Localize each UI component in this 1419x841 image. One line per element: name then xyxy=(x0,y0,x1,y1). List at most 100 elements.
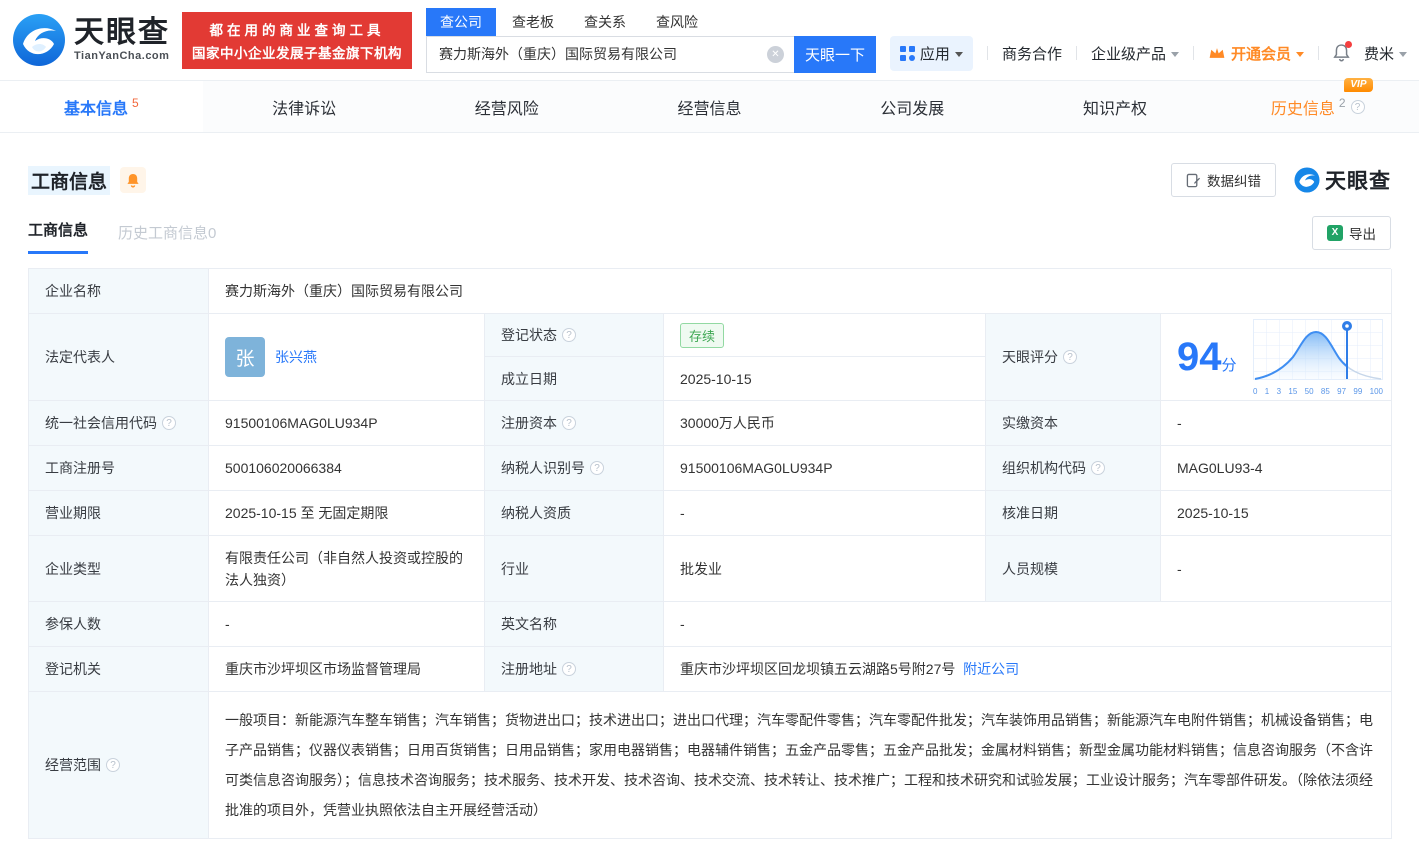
tianyancha-logo[interactable]: 天眼查 TianYanCha.com xyxy=(12,13,170,67)
export-label: 导出 xyxy=(1349,223,1376,243)
divider xyxy=(1318,46,1319,60)
score-number: 94分 xyxy=(1177,337,1237,377)
subtab-history-business-info[interactable]: 历史工商信息0 xyxy=(118,222,216,254)
promo-line-1: 都在用的商业查询工具 xyxy=(192,19,402,39)
business-info-table: 企业名称 赛力斯海外（重庆）国际贸易有限公司 法定代表人 张 张兴燕 登记状态 … xyxy=(28,268,1391,839)
reg-status-value: 存续 xyxy=(664,314,986,357)
establish-date-label: 成立日期 xyxy=(485,357,664,401)
excel-icon xyxy=(1327,225,1343,241)
score-chart: 0131550859799100 xyxy=(1253,319,1383,396)
search-tab-risk[interactable]: 查风险 xyxy=(642,8,712,36)
industry-value: 批发业 xyxy=(664,536,986,602)
search-tabs: 查公司 查老板 查关系 查风险 xyxy=(426,8,876,36)
main-content: 工商信息 数据纠错 天眼查 xyxy=(0,163,1419,839)
staff-size-value: - xyxy=(1161,536,1392,602)
search-button[interactable]: 天眼一下 xyxy=(794,36,876,73)
edit-document-icon xyxy=(1186,173,1201,188)
insured-count-value: - xyxy=(209,602,485,647)
reg-address-value: 重庆市沙坪坝区回龙坝镇五云湖路5号附27号 附近公司 xyxy=(664,647,1392,692)
tab-history-info[interactable]: VIP 历史信息 2 xyxy=(1216,81,1419,132)
business-term-label: 营业期限 xyxy=(29,491,209,536)
menu-enterprise-products[interactable]: 企业级产品 xyxy=(1091,43,1179,64)
tab-operation-risk[interactable]: 经营风险 xyxy=(405,81,608,132)
business-info-subtabs: 工商信息 历史工商信息0 导出 xyxy=(28,219,1391,254)
tab-label: 经营信息 xyxy=(678,95,742,119)
tab-operation-info[interactable]: 经营信息 xyxy=(608,81,811,132)
chevron-down-icon xyxy=(1296,52,1304,57)
avatar[interactable]: 张 xyxy=(225,337,265,377)
taxpayer-quality-label: 纳税人资质 xyxy=(485,491,664,536)
insured-count-label: 参保人数 xyxy=(29,602,209,647)
legal-rep-link[interactable]: 张兴燕 xyxy=(275,347,317,367)
reg-authority-label: 登记机关 xyxy=(29,647,209,692)
legal-rep-value: 张 张兴燕 xyxy=(209,314,485,401)
promo-banner: 都在用的商业查询工具 国家中小企业发展子基金旗下机构 xyxy=(182,12,412,69)
chevron-down-icon xyxy=(955,52,963,57)
tab-label: 公司发展 xyxy=(880,95,944,119)
reg-capital-label: 注册资本 xyxy=(485,401,664,446)
data-correction-button[interactable]: 数据纠错 xyxy=(1171,163,1276,197)
tab-basic-info[interactable]: 基本信息 5 xyxy=(0,81,203,132)
approval-date-label: 核准日期 xyxy=(986,491,1161,536)
reg-capital-value: 30000万人民币 xyxy=(664,401,986,446)
subtab-business-info[interactable]: 工商信息 xyxy=(28,219,88,254)
top-header: 天眼查 TianYanCha.com 都在用的商业查询工具 国家中小企业发展子基… xyxy=(0,0,1419,80)
divider xyxy=(987,46,988,60)
tab-label: 经营风险 xyxy=(475,95,539,119)
notification-bell-icon[interactable] xyxy=(1333,44,1350,62)
help-icon xyxy=(562,662,576,676)
app-grid-icon xyxy=(900,46,915,61)
business-term-value: 2025-10-15 至 无固定期限 xyxy=(209,491,485,536)
credit-code-label: 统一社会信用代码 xyxy=(29,401,209,446)
reg-authority-value: 重庆市沙坪坝区市场监督管理局 xyxy=(209,647,485,692)
search-tab-company[interactable]: 查公司 xyxy=(426,8,496,36)
divider xyxy=(1193,46,1194,60)
data-correction-label: 数据纠错 xyxy=(1207,170,1261,190)
tab-company-development[interactable]: 公司发展 xyxy=(811,81,1014,132)
alert-bell-icon[interactable] xyxy=(120,167,146,193)
status-badge: 存续 xyxy=(680,323,724,348)
tab-count: 2 xyxy=(1339,96,1346,110)
business-scope-value: 一般项目：新能源汽车整车销售；汽车销售；货物进出口；技术进出口；进出口代理；汽车… xyxy=(209,692,1392,839)
search-tab-relation[interactable]: 查关系 xyxy=(570,8,640,36)
help-icon xyxy=(106,758,120,772)
reg-number-value: 500106020066384 xyxy=(209,446,485,491)
menu-open-vip[interactable]: 开通会员 xyxy=(1208,43,1304,64)
user-menu[interactable]: 费米 xyxy=(1364,43,1407,64)
menu-business-cooperation[interactable]: 商务合作 xyxy=(1002,43,1062,64)
search-tab-boss[interactable]: 查老板 xyxy=(498,8,568,36)
paid-capital-label: 实缴资本 xyxy=(986,401,1161,446)
tab-legal-litigation[interactable]: 法律诉讼 xyxy=(203,81,406,132)
nearby-companies-link[interactable]: 附近公司 xyxy=(963,659,1019,679)
crown-icon xyxy=(1208,46,1226,60)
business-scope-label: 经营范围 xyxy=(29,692,209,839)
export-button[interactable]: 导出 xyxy=(1312,216,1391,250)
help-icon xyxy=(562,416,576,430)
company-type-value: 有限责任公司（非自然人投资或控股的法人独资） xyxy=(209,536,485,602)
divider xyxy=(1076,46,1077,60)
tianyancha-logo-icon xyxy=(1294,167,1320,193)
label-text: 统一社会信用代码 xyxy=(45,413,157,433)
legal-rep-label: 法定代表人 xyxy=(29,314,209,401)
org-code-value: MAG0LU93-4 xyxy=(1161,446,1392,491)
reg-number-label: 工商注册号 xyxy=(29,446,209,491)
top-right-menu: 应用 商务合作 企业级产品 开通会员 费米 xyxy=(890,36,1407,71)
search-input[interactable] xyxy=(426,36,794,73)
apps-menu[interactable]: 应用 xyxy=(890,36,973,71)
open-vip-label: 开通会员 xyxy=(1231,43,1291,64)
notification-dot xyxy=(1345,41,1352,48)
english-name-label: 英文名称 xyxy=(485,602,664,647)
bell-glyph xyxy=(126,173,140,188)
company-name-value: 赛力斯海外（重庆）国际贸易有限公司 xyxy=(209,269,1392,314)
taxpayer-id-label: 纳税人识别号 xyxy=(485,446,664,491)
score-value[interactable]: 94分 xyxy=(1161,314,1392,401)
enterprise-products-label: 企业级产品 xyxy=(1091,43,1166,64)
help-icon xyxy=(162,416,176,430)
english-name-value: - xyxy=(664,602,1392,647)
staff-size-label: 人员规模 xyxy=(986,536,1161,602)
label-text: 经营范围 xyxy=(45,755,101,775)
logo-domain: TianYanCha.com xyxy=(74,50,170,62)
reg-address-label: 注册地址 xyxy=(485,647,664,692)
tab-intellectual-property[interactable]: 知识产权 xyxy=(1014,81,1217,132)
label-text: 登记状态 xyxy=(501,325,557,345)
